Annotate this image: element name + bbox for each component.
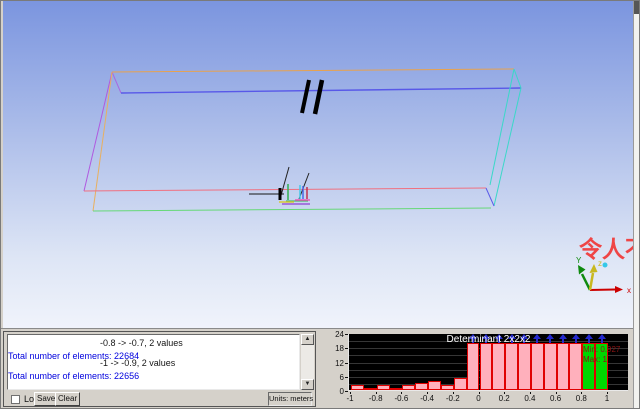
y-axis-tick [345, 348, 348, 349]
y-axis-tick-label: 24 [323, 330, 344, 339]
histogram-bar[interactable] [531, 343, 544, 391]
x-axis-tick [427, 392, 428, 394]
log-lines: -0.8 -> -0.7, 2 values Total number of el… [8, 339, 299, 379]
log-message-view[interactable]: -0.8 -> -0.7, 2 values Total number of el… [7, 334, 300, 390]
log-line: Total number of elements: 22656 [8, 372, 299, 379]
x-axis-tick-label: -1 [337, 394, 363, 403]
clear-button[interactable]: Clear [55, 392, 80, 406]
z-axis-arrowhead-icon [590, 264, 598, 273]
z-axis-label: z [598, 259, 602, 268]
x-axis-tick-label: 0.8 [568, 394, 594, 403]
log-panel: -0.8 -> -0.7, 2 values Total number of el… [3, 331, 316, 407]
x-axis-tick [350, 392, 351, 394]
y-axis-arrowhead-icon [578, 265, 586, 275]
down-arrow-icon: ▼ [305, 381, 311, 387]
model-edge [490, 69, 514, 185]
x-axis-tick-label: 0 [466, 394, 492, 403]
histogram-bar[interactable] [377, 385, 390, 390]
histogram-bar[interactable] [467, 343, 480, 391]
model-edge [302, 80, 309, 113]
model-edge [112, 69, 514, 72]
y-axis-tick-label: 6 [323, 373, 344, 382]
histogram-bar[interactable] [492, 343, 505, 391]
histogram-bar[interactable] [351, 385, 364, 390]
x-axis-tick [453, 392, 454, 394]
x-axis-tick [607, 392, 608, 394]
log-controls: Log Save Clear Units: meters [4, 392, 315, 407]
scroll-down-button[interactable]: ▼ [301, 379, 314, 390]
histogram-bar[interactable] [544, 343, 557, 391]
viewport-3d[interactable]: 令人不 x Y z [3, 1, 633, 328]
origin-point-icon [603, 263, 608, 268]
x-axis-tick [504, 392, 505, 394]
model-edge [112, 72, 121, 93]
y-axis-tick [345, 391, 348, 392]
x-axis-tick-label: 0.6 [543, 394, 569, 403]
histogram-bar[interactable] [518, 343, 531, 391]
x-axis-tick-label: 0.4 [517, 394, 543, 403]
y-axis-arrow [582, 274, 590, 290]
y-axis-tick [345, 377, 348, 378]
max-value-label: Max: 1 [583, 355, 607, 364]
histogram-bar[interactable] [441, 385, 454, 390]
model-edge [84, 188, 486, 191]
histogram-bar[interactable] [415, 383, 428, 390]
x-axis-tick [401, 392, 402, 394]
histogram-bar[interactable] [557, 343, 570, 391]
model-edge [486, 188, 494, 206]
histogram-bar[interactable] [480, 343, 493, 391]
min-value-label: Min: 0.927 [583, 345, 620, 354]
histogram-bar[interactable] [428, 381, 441, 391]
histogram-bar[interactable] [390, 388, 403, 390]
chart-title: Determinant 2x2x2 [349, 334, 628, 345]
x-axis-tick-label: -0.6 [388, 394, 414, 403]
x-axis-tick [530, 392, 531, 394]
y-axis-tick-label: 18 [323, 344, 344, 353]
y-axis-label: Y [576, 256, 582, 265]
histogram-bar[interactable] [364, 388, 377, 390]
up-arrow-icon: ▲ [305, 336, 311, 342]
x-axis-tick-label: 1 [594, 394, 620, 403]
x-axis-tick [479, 392, 480, 394]
histogram-bar[interactable] [402, 385, 415, 390]
app-window: 令人不 x Y z -0.8 -> -0.7, 2 values Total nu… [0, 0, 640, 409]
log-line: -0.8 -> -0.7, 2 values [8, 339, 299, 346]
log-checkbox[interactable] [11, 395, 20, 404]
units-status: Units: meters [268, 392, 312, 406]
model-edge [93, 208, 491, 211]
x-axis-tick [556, 392, 557, 394]
z-axis-arrow [590, 273, 593, 290]
y-axis-tick-label: 12 [323, 359, 344, 368]
x-axis-tick-label: -0.2 [440, 394, 466, 403]
scroll-up-button[interactable]: ▲ [301, 334, 314, 345]
log-scrollbar[interactable]: ▲ ▼ [301, 334, 314, 390]
x-axis-arrow [590, 290, 615, 291]
histogram-bar[interactable] [505, 343, 518, 391]
x-axis-tick-label: -0.4 [414, 394, 440, 403]
y-axis-tick [345, 363, 348, 364]
histogram-bar[interactable] [569, 343, 582, 391]
wireframe-scene [3, 1, 633, 328]
model-edge [315, 80, 322, 114]
histogram-bar[interactable] [454, 378, 467, 390]
x-axis-tick-label: -0.8 [363, 394, 389, 403]
x-axis-tick [376, 392, 377, 394]
right-panel-edge [633, 1, 640, 409]
right-panel-edge-cap [634, 1, 640, 14]
x-axis-arrowhead-icon [615, 286, 623, 293]
model-edge [514, 69, 521, 88]
x-axis-tick-label: 0.2 [491, 394, 517, 403]
y-axis-tick [345, 334, 348, 335]
x-axis-tick [581, 392, 582, 394]
x-axis-label: x [627, 286, 631, 295]
histogram-plot-area[interactable]: Determinant 2x2x2 Min: 0.927 Max: 1 [348, 334, 628, 391]
histogram-panel: Determinant 2x2x2 Min: 0.927 Max: 1 0612… [321, 330, 633, 409]
axes-triad: x Y z [568, 251, 633, 303]
